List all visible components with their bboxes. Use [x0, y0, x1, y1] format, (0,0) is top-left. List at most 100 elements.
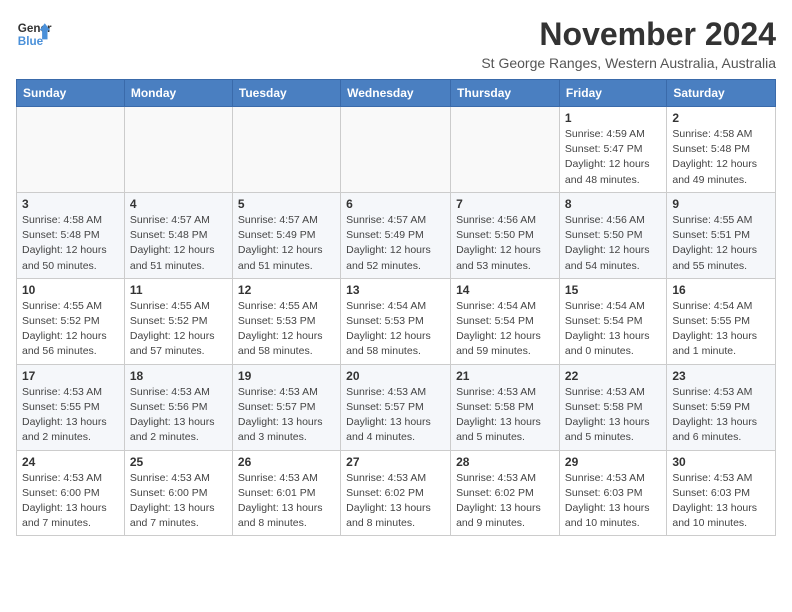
col-header-thursday: Thursday [451, 80, 560, 107]
calendar-cell: 5Sunrise: 4:57 AMSunset: 5:49 PMDaylight… [232, 192, 340, 278]
calendar-cell [124, 107, 232, 193]
calendar-cell [341, 107, 451, 193]
calendar-cell: 20Sunrise: 4:53 AMSunset: 5:57 PMDayligh… [341, 364, 451, 450]
calendar-cell: 13 Sunrise: 4:54 AMSunset: 5:53 PMDayligh… [341, 278, 451, 364]
day-number: 29 [565, 455, 661, 469]
day-number: 19 [238, 369, 335, 383]
calendar-cell: 26 Sunrise: 4:53 AMSunset: 6:01 PMDayligh… [232, 450, 340, 536]
day-info: Sunrise: 4:53 AMSunset: 5:57 PMDaylight:… [238, 385, 335, 446]
header-row: SundayMondayTuesdayWednesdayThursdayFrid… [17, 80, 776, 107]
day-number: 21 [456, 369, 554, 383]
day-info: Sunrise: 4:55 AMSunset: 5:51 PMDaylight:… [672, 213, 770, 274]
day-info: Sunrise: 4:53 AMSunset: 5:59 PMDaylight:… [672, 385, 770, 446]
day-number: 14 [456, 283, 554, 297]
month-title: November 2024 [481, 16, 776, 53]
calendar-cell: 4 Sunrise: 4:57 AMSunset: 5:48 PMDaylight… [124, 192, 232, 278]
svg-text:Blue: Blue [18, 35, 44, 48]
day-number: 15 [565, 283, 661, 297]
calendar-cell: 7Sunrise: 4:56 AMSunset: 5:50 PMDaylight… [451, 192, 560, 278]
day-info: Sunrise: 4:53 AMSunset: 5:56 PMDaylight:… [130, 385, 227, 446]
day-info: Sunrise: 4:58 AMSunset: 5:48 PMDaylight:… [672, 127, 770, 188]
calendar-cell: 9 Sunrise: 4:55 AMSunset: 5:51 PMDaylight… [667, 192, 776, 278]
day-info: Sunrise: 4:59 AMSunset: 5:47 PMDaylight:… [565, 127, 661, 188]
day-info: Sunrise: 4:54 AMSunset: 5:55 PMDaylight:… [672, 299, 770, 360]
day-info: Sunrise: 4:58 AMSunset: 5:48 PMDaylight:… [22, 213, 119, 274]
header: General Blue November 2024 St George Ran… [16, 16, 776, 71]
calendar-cell: 11Sunrise: 4:55 AMSunset: 5:52 PMDayligh… [124, 278, 232, 364]
calendar-cell: 19 Sunrise: 4:53 AMSunset: 5:57 PMDayligh… [232, 364, 340, 450]
col-header-sunday: Sunday [17, 80, 125, 107]
day-info: Sunrise: 4:53 AMSunset: 5:58 PMDaylight:… [565, 385, 661, 446]
calendar-cell: 27 Sunrise: 4:53 AMSunset: 6:02 PMDayligh… [341, 450, 451, 536]
day-info: Sunrise: 4:53 AMSunset: 6:02 PMDaylight:… [346, 471, 445, 532]
calendar-cell: 3 Sunrise: 4:58 AMSunset: 5:48 PMDaylight… [17, 192, 125, 278]
day-info: Sunrise: 4:55 AMSunset: 5:52 PMDaylight:… [130, 299, 227, 360]
calendar-cell [17, 107, 125, 193]
day-info: Sunrise: 4:53 AMSunset: 5:55 PMDaylight:… [22, 385, 119, 446]
day-number: 9 [672, 197, 770, 211]
day-number: 25 [130, 455, 227, 469]
calendar-cell: 6 Sunrise: 4:57 AMSunset: 5:49 PMDaylight… [341, 192, 451, 278]
week-row-5: 24 Sunrise: 4:53 AMSunset: 6:00 PMDayligh… [17, 450, 776, 536]
day-number: 4 [130, 197, 227, 211]
day-number: 22 [565, 369, 661, 383]
calendar-cell: 24 Sunrise: 4:53 AMSunset: 6:00 PMDayligh… [17, 450, 125, 536]
day-info: Sunrise: 4:53 AMSunset: 6:03 PMDaylight:… [565, 471, 661, 532]
calendar-cell: 28 Sunrise: 4:53 AMSunset: 6:02 PMDayligh… [451, 450, 560, 536]
day-number: 1 [565, 111, 661, 125]
calendar-cell: 23 Sunrise: 4:53 AMSunset: 5:59 PMDayligh… [667, 364, 776, 450]
calendar-cell: 2Sunrise: 4:58 AMSunset: 5:48 PMDaylight… [667, 107, 776, 193]
day-number: 30 [672, 455, 770, 469]
day-info: Sunrise: 4:53 AMSunset: 5:58 PMDaylight:… [456, 385, 554, 446]
day-info: Sunrise: 4:53 AMSunset: 5:57 PMDaylight:… [346, 385, 445, 446]
day-info: Sunrise: 4:54 AMSunset: 5:53 PMDaylight:… [346, 299, 445, 360]
col-header-friday: Friday [559, 80, 666, 107]
calendar-cell: 12 Sunrise: 4:55 AMSunset: 5:53 PMDayligh… [232, 278, 340, 364]
day-info: Sunrise: 4:53 AMSunset: 6:02 PMDaylight:… [456, 471, 554, 532]
day-number: 28 [456, 455, 554, 469]
day-info: Sunrise: 4:53 AMSunset: 6:00 PMDaylight:… [130, 471, 227, 532]
day-number: 12 [238, 283, 335, 297]
week-row-4: 17 Sunrise: 4:53 AMSunset: 5:55 PMDayligh… [17, 364, 776, 450]
calendar-cell: 22 Sunrise: 4:53 AMSunset: 5:58 PMDayligh… [559, 364, 666, 450]
calendar-cell: 18Sunrise: 4:53 AMSunset: 5:56 PMDayligh… [124, 364, 232, 450]
day-number: 13 [346, 283, 445, 297]
day-number: 6 [346, 197, 445, 211]
day-number: 8 [565, 197, 661, 211]
calendar-cell: 30 Sunrise: 4:53 AMSunset: 6:03 PMDayligh… [667, 450, 776, 536]
calendar-cell: 29 Sunrise: 4:53 AMSunset: 6:03 PMDayligh… [559, 450, 666, 536]
day-number: 17 [22, 369, 119, 383]
calendar-cell: 8 Sunrise: 4:56 AMSunset: 5:50 PMDaylight… [559, 192, 666, 278]
calendar-table: SundayMondayTuesdayWednesdayThursdayFrid… [16, 79, 776, 536]
col-header-tuesday: Tuesday [232, 80, 340, 107]
day-number: 27 [346, 455, 445, 469]
day-info: Sunrise: 4:53 AMSunset: 6:01 PMDaylight:… [238, 471, 335, 532]
day-info: Sunrise: 4:57 AMSunset: 5:49 PMDaylight:… [346, 213, 445, 274]
day-info: Sunrise: 4:53 AMSunset: 6:00 PMDaylight:… [22, 471, 119, 532]
logo-icon: General Blue [16, 16, 52, 52]
day-info: Sunrise: 4:55 AMSunset: 5:53 PMDaylight:… [238, 299, 335, 360]
calendar-cell: 25 Sunrise: 4:53 AMSunset: 6:00 PMDayligh… [124, 450, 232, 536]
col-header-saturday: Saturday [667, 80, 776, 107]
calendar-cell: 16Sunrise: 4:54 AMSunset: 5:55 PMDayligh… [667, 278, 776, 364]
day-number: 26 [238, 455, 335, 469]
day-info: Sunrise: 4:57 AMSunset: 5:49 PMDaylight:… [238, 213, 335, 274]
calendar-cell: 17 Sunrise: 4:53 AMSunset: 5:55 PMDayligh… [17, 364, 125, 450]
day-info: Sunrise: 4:57 AMSunset: 5:48 PMDaylight:… [130, 213, 227, 274]
day-number: 10 [22, 283, 119, 297]
day-info: Sunrise: 4:54 AMSunset: 5:54 PMDaylight:… [565, 299, 661, 360]
calendar-cell: 14Sunrise: 4:54 AMSunset: 5:54 PMDayligh… [451, 278, 560, 364]
col-header-wednesday: Wednesday [341, 80, 451, 107]
day-number: 3 [22, 197, 119, 211]
calendar-cell: 1 Sunrise: 4:59 AMSunset: 5:47 PMDaylight… [559, 107, 666, 193]
week-row-3: 10 Sunrise: 4:55 AMSunset: 5:52 PMDayligh… [17, 278, 776, 364]
day-number: 23 [672, 369, 770, 383]
day-info: Sunrise: 4:55 AMSunset: 5:52 PMDaylight:… [22, 299, 119, 360]
day-number: 24 [22, 455, 119, 469]
logo: General Blue [16, 16, 52, 52]
day-info: Sunrise: 4:56 AMSunset: 5:50 PMDaylight:… [565, 213, 661, 274]
day-number: 7 [456, 197, 554, 211]
day-info: Sunrise: 4:53 AMSunset: 6:03 PMDaylight:… [672, 471, 770, 532]
calendar-cell [232, 107, 340, 193]
week-row-2: 3 Sunrise: 4:58 AMSunset: 5:48 PMDaylight… [17, 192, 776, 278]
